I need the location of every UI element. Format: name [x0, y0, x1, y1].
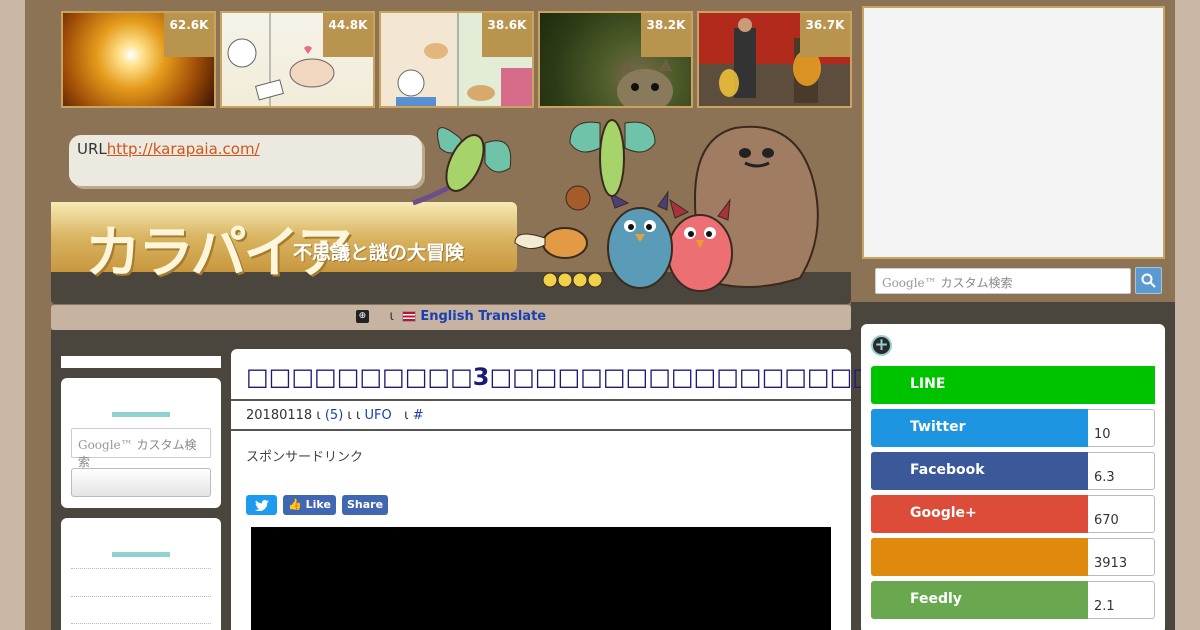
article-date: 20180118	[246, 408, 313, 423]
view-count: 44.8K	[323, 13, 373, 57]
plus-icon[interactable]: +	[871, 335, 892, 356]
social-share-widget: + LINE Twitter 10 Facebook 6.3 Google+ 6…	[861, 324, 1165, 630]
sns-row-twitter[interactable]: Twitter 10	[871, 409, 1155, 447]
search-icon	[1141, 273, 1156, 288]
embedded-video-player[interactable]	[251, 527, 831, 630]
ranking-thumbnail[interactable]: 38.6K	[379, 11, 534, 108]
category-link[interactable]: UFO	[365, 408, 392, 423]
site-url-link[interactable]: http://karapaia.com/	[107, 140, 260, 158]
left-search-input[interactable]: Google™ カスタム検索	[71, 428, 211, 469]
url-speech-bubble: URLhttp://karapaia.com/	[69, 135, 422, 186]
widget-title-underline	[112, 412, 170, 417]
divider	[231, 399, 851, 401]
left-search-button[interactable]	[71, 468, 211, 497]
share-label: Share	[347, 498, 384, 511]
left-category-widget	[61, 518, 221, 630]
google-brand: Google™	[78, 438, 133, 452]
facebook-like-button[interactable]: 👍 Like	[283, 495, 336, 515]
sns-label	[871, 538, 1088, 576]
sns-label: Facebook	[871, 452, 1088, 490]
sns-row-googleplus[interactable]: Google+ 670	[871, 495, 1155, 533]
left-sidebar-header-strip	[61, 356, 221, 368]
widget-title-underline	[112, 552, 170, 557]
sns-row-feedly[interactable]: Feedly 2.1	[871, 581, 1155, 619]
meta-separator: ι	[316, 408, 321, 423]
article-meta: 20180118 ι (5) ι ι UFO ι #	[246, 408, 424, 423]
english-translate-link[interactable]: English Translate	[420, 309, 546, 324]
divider	[231, 429, 851, 431]
sns-label: LINE	[871, 366, 1155, 404]
ranking-thumbnail[interactable]: 44.8K	[220, 11, 375, 108]
sns-row-hatena[interactable]: 3913	[871, 538, 1155, 576]
like-label: Like	[305, 498, 331, 511]
search-placeholder: カスタム検索	[940, 276, 1013, 290]
globe-icon: ⊕	[355, 310, 369, 323]
facebook-share-button[interactable]: Share	[342, 495, 389, 515]
uk-flag-icon	[402, 311, 417, 322]
advertisement-box[interactable]	[862, 6, 1165, 259]
ranking-thumbnail[interactable]: 62.6K	[61, 11, 216, 108]
google-brand: Google™	[882, 276, 937, 290]
left-search-widget: Google™ カスタム検索	[61, 378, 221, 508]
view-count: 36.7K	[800, 13, 850, 57]
sns-count: 6.3	[1094, 470, 1115, 485]
permalink-hash[interactable]: #	[413, 408, 424, 423]
sponsored-link-label: スポンサードリンク	[246, 450, 364, 465]
ranking-thumbnail[interactable]: 36.7K	[697, 11, 852, 108]
url-label: URL	[77, 140, 107, 158]
sns-row-line[interactable]: LINE	[871, 366, 1155, 404]
ranking-thumbnail[interactable]: 38.2K	[538, 11, 693, 108]
translate-separator: ι	[389, 309, 394, 324]
sns-count: 670	[1094, 513, 1119, 528]
sns-row-facebook[interactable]: Facebook 6.3	[871, 452, 1155, 490]
comment-count-link[interactable]: (5)	[325, 408, 343, 423]
search-button[interactable]	[1135, 267, 1162, 294]
sns-count: 10	[1094, 427, 1111, 442]
sns-count: 3913	[1094, 556, 1128, 571]
thumbs-up-icon: 👍	[288, 498, 302, 511]
translate-bar: ⊕ ι English Translate	[51, 305, 851, 330]
tweet-button[interactable]	[246, 495, 277, 515]
sns-count: 2.1	[1094, 599, 1115, 614]
twitter-bird-icon	[254, 499, 269, 511]
list-divider	[71, 596, 211, 597]
view-count: 62.6K	[164, 13, 214, 57]
list-divider	[71, 568, 211, 569]
site-search-input[interactable]: Google™ カスタム検索	[875, 268, 1131, 294]
meta-separator: ι	[404, 408, 409, 423]
meta-separator: ι ι	[347, 408, 361, 423]
sns-label: Twitter	[871, 409, 1088, 447]
sns-label: Google+	[871, 495, 1088, 533]
article-card: □□□□□□□□□□3□□□□□□□□□□□□□□□□□□□□□□ 201801…	[231, 349, 988, 630]
sns-label: Feedly	[871, 581, 1088, 619]
mascot-characters-illustration	[412, 119, 819, 292]
share-buttons: 👍 Like Share	[246, 495, 389, 515]
view-count: 38.2K	[641, 13, 691, 57]
view-count: 38.6K	[482, 13, 532, 57]
list-divider	[71, 623, 211, 624]
